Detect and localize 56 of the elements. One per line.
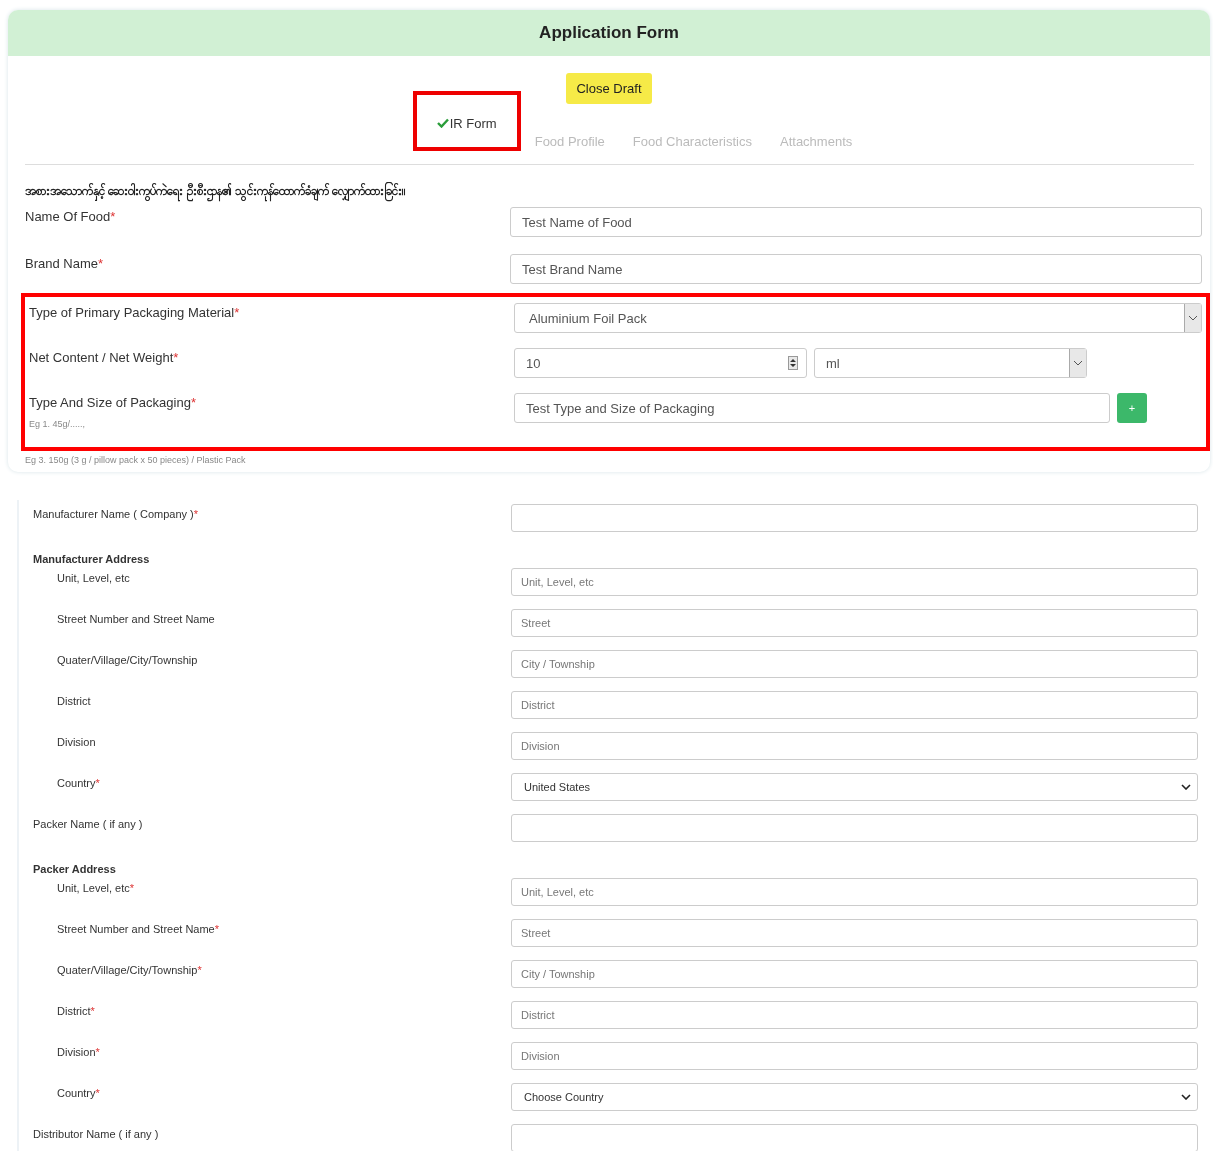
text-field[interactable] [511, 504, 1198, 532]
dropdown-field[interactable]: Aluminium Foil Pack [514, 303, 1202, 333]
field-label: Quater/Village/City/Township [56, 653, 199, 666]
field-label: District* [56, 1004, 96, 1017]
number-field[interactable]: 10 [514, 348, 807, 378]
field-label: Name Of Food* [25, 209, 116, 224]
text-field[interactable]: Test Name of Food [510, 207, 1202, 237]
section-title: အစားအသောက်နှင့် ဆေးဝါးကွပ်ကဲရေး ဦးစီးဌာန၏ သွင်းကုန်ထောက်ခံချက် လျှောက်ထားခြင်း။ [8, 165, 1210, 207]
text-field[interactable]: City / Township [511, 960, 1198, 988]
text-field[interactable]: Street [511, 919, 1198, 947]
spinner-icon [788, 356, 798, 370]
chevron-icon [1181, 784, 1191, 790]
caret-icon [1069, 349, 1086, 377]
field-label: Street Number and Street Name [56, 612, 216, 625]
field-label: Packer Name ( if any ) [33, 817, 144, 830]
text-field[interactable]: Division [511, 1042, 1198, 1070]
field-label: Division* [56, 1045, 101, 1058]
text-field[interactable]: Test Type and Size of Packaging [514, 393, 1110, 423]
text-field[interactable]: Division [511, 732, 1198, 760]
field-label: Country* [56, 1086, 101, 1099]
tab[interactable]: IR Form [412, 91, 521, 151]
text-field[interactable]: Unit, Level, etc [511, 568, 1198, 596]
field-label: Manufacturer Name ( Company )* [33, 507, 200, 520]
field-label: Quater/Village/City/Township* [56, 963, 203, 976]
field-label: Distributor Name ( if any ) [33, 1127, 160, 1140]
dropdown-field[interactable]: Choose Country [511, 1083, 1198, 1111]
text-field[interactable]: District [511, 691, 1198, 719]
dropdown-field[interactable]: United States [511, 773, 1198, 801]
form-title: Application Form [539, 23, 679, 43]
example-hint: Eg 1. 45g/....., [29, 419, 87, 429]
field-label: Brand Name* [25, 256, 104, 271]
field-label: Type And Size of Packaging* [29, 395, 196, 410]
unit-dropdown[interactable]: ml [814, 348, 1087, 378]
text-field[interactable]: Street [511, 609, 1198, 637]
text-field[interactable]: Test Brand Name [510, 254, 1202, 284]
text-field[interactable] [511, 1124, 1198, 1151]
example-hint: Eg 3. 150g (3 g / pillow pack x 50 pieces) / Plastic Pack [25, 455, 247, 465]
add-button[interactable]: + [1117, 393, 1147, 423]
field-label: Type of Primary Packaging Material* [29, 305, 240, 320]
field-label: Division [56, 735, 97, 748]
chevron-icon [1181, 1094, 1191, 1100]
section-heading: Packer Address [33, 862, 116, 877]
field-label: Unit, Level, etc* [56, 881, 136, 894]
field-label: Unit, Level, etc [56, 571, 131, 584]
field-label: Street Number and Street Name* [56, 922, 221, 935]
close-draft-button[interactable]: Close Draft [566, 73, 652, 104]
field-label: Country* [56, 776, 101, 789]
text-field[interactable]: Unit, Level, etc [511, 878, 1198, 906]
section-heading: Manufacturer Address [33, 552, 150, 567]
field-label: District [56, 694, 92, 707]
text-field[interactable]: District [511, 1001, 1198, 1029]
field-label: Net Content / Net Weight* [29, 350, 179, 365]
checkmark-icon [436, 118, 449, 128]
text-field[interactable] [511, 814, 1198, 842]
caret-icon [1184, 304, 1201, 332]
text-field[interactable]: City / Township [511, 650, 1198, 678]
